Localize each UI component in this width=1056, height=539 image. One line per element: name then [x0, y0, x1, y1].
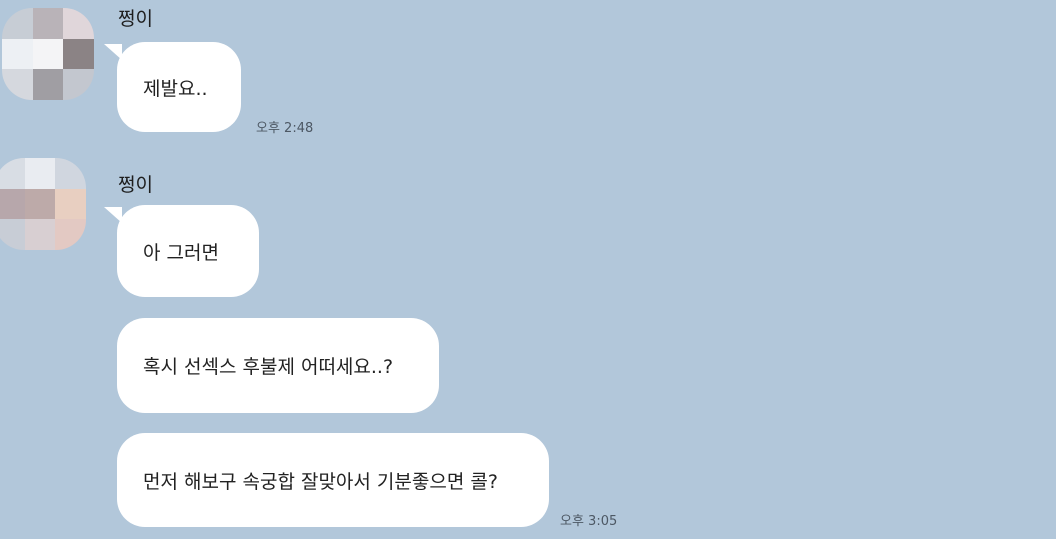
message-bubble[interactable]: 혹시 선섹스 후불제 어떠세요..? — [117, 318, 439, 413]
message-time: 오후 2:48 — [256, 121, 314, 136]
sender-name: 쩡이 — [118, 8, 153, 30]
message-bubble[interactable]: 아 그러면 — [117, 205, 259, 297]
sender-avatar[interactable] — [0, 158, 86, 250]
message-bubble[interactable]: 제발요.. — [117, 42, 241, 132]
sender-avatar[interactable] — [2, 8, 94, 100]
message-time: 오후 3:05 — [560, 514, 618, 529]
message-bubble[interactable]: 먼저 해보구 속궁합 잘맞아서 기분좋으면 콜? — [117, 433, 549, 527]
sender-name: 쩡이 — [118, 174, 153, 196]
